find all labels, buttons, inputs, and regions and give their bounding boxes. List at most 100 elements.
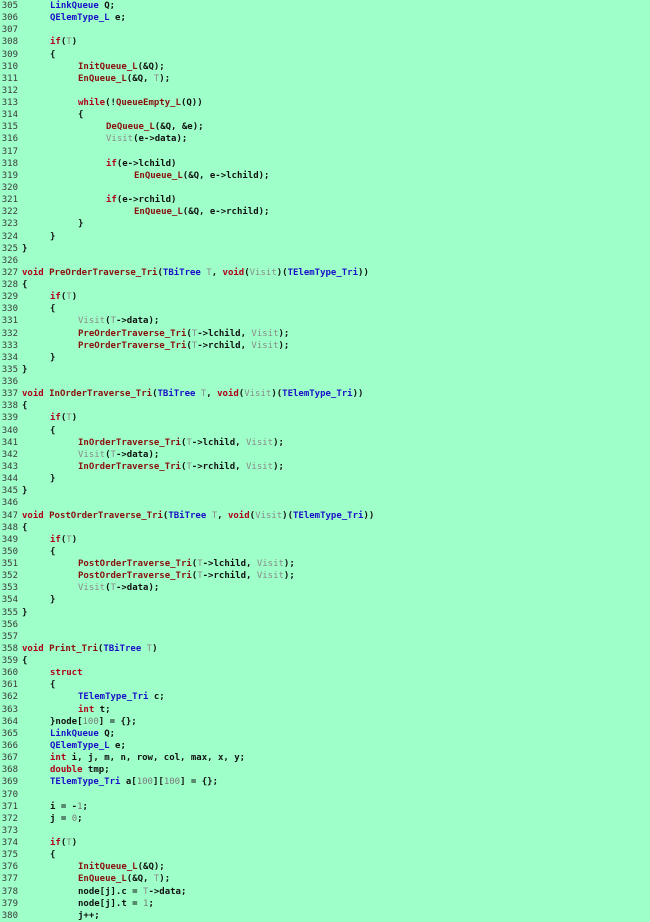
code-token: QElemType_L	[50, 13, 110, 24]
line-number: 308	[1, 37, 18, 48]
code-line: 372 j = 0;	[0, 813, 83, 825]
code-token: ->rchild,	[197, 340, 252, 351]
code-token: node[j].c =	[78, 886, 144, 897]
code-text: LinkQueue Q;	[22, 0, 115, 12]
code-token: int	[78, 704, 95, 715]
code-line: 324}	[0, 231, 56, 243]
code-token: ->data);	[115, 583, 160, 594]
line-number: 316	[1, 134, 18, 145]
code-token: {	[50, 850, 56, 861]
line-number: 355	[1, 607, 18, 618]
line-number: 363	[1, 704, 18, 715]
code-editor[interactable]: 305 LinkQueue Q; 306 QElemType_L e; 307 308 if…	[0, 0, 650, 921]
code-token: TElemType_Tri	[78, 692, 149, 703]
code-text: {	[22, 49, 55, 61]
line-number: 315	[1, 122, 18, 133]
code-token: );	[273, 437, 284, 448]
code-line: 356	[0, 619, 22, 631]
code-token: );	[159, 73, 171, 84]
code-token: }	[22, 486, 28, 497]
line-number: 318	[1, 158, 18, 169]
code-token: TElemType_Tri	[282, 389, 353, 400]
code-line: 352 PostOrderTraverse_Tri(T->rchild, Visi…	[0, 570, 295, 582]
code-token: }	[50, 352, 56, 363]
code-token: {	[50, 546, 56, 557]
code-token: TElemType_Tri	[287, 267, 359, 278]
code-token: }	[22, 243, 28, 254]
code-token: t;	[94, 704, 111, 715]
code-text: void InOrderTraverse_Tri(TBiTree T, void…	[22, 388, 363, 400]
code-line: 305 LinkQueue Q;	[0, 0, 115, 12]
code-token: i = -	[50, 801, 78, 812]
code-text: int i, j, m, n, row, col, max, x, y;	[22, 752, 245, 764]
code-line: 320	[0, 182, 22, 194]
line-number: 338	[1, 401, 18, 412]
line-number: 329	[1, 292, 18, 303]
code-line: 314 {	[0, 109, 84, 121]
code-token: ))	[358, 267, 369, 278]
code-text: EnQueue_L(&Q, T);	[22, 873, 170, 885]
line-number: 307	[1, 25, 18, 36]
code-line: 307	[0, 24, 22, 36]
line-number: 325	[1, 243, 18, 254]
code-line: 330 {	[0, 303, 56, 315]
code-token: {	[50, 304, 56, 315]
code-line: 317	[0, 146, 22, 158]
line-number: 375	[1, 850, 18, 861]
code-text: PreOrderTraverse_Tri(T->rchild, Visit);	[22, 340, 289, 352]
line-number: 319	[1, 170, 18, 181]
code-line: 308 if(T)	[0, 36, 77, 48]
code-token: LinkQueue	[50, 1, 99, 11]
code-line: 322 EnQueue_L(&Q, e->rchild);	[0, 206, 270, 218]
code-line: 316 Visit(e->data);	[0, 133, 188, 145]
code-text: void PostOrderTraverse_Tri(TBiTree T, vo…	[22, 510, 374, 522]
code-token: Q;	[98, 728, 116, 739]
code-text: }node[100] = {};	[22, 716, 137, 728]
code-text: PostOrderTraverse_Tri(T->rchild, Visit);	[22, 570, 295, 582]
code-text: QElemType_L e;	[22, 740, 126, 752]
code-token: PreOrderTraverse_Tri	[78, 328, 187, 339]
line-number: 336	[1, 377, 18, 387]
code-token: InOrderTraverse_Tri	[78, 437, 181, 448]
code-text: i = -1;	[22, 801, 88, 813]
code-text: LinkQueue Q;	[22, 728, 115, 740]
code-token: Visit	[245, 461, 274, 472]
code-line: 329 if(T)	[0, 291, 77, 303]
line-number: 373	[1, 825, 18, 836]
code-text: EnQueue_L(&Q, e->rchild);	[22, 206, 269, 218]
code-token: void	[22, 510, 44, 521]
code-line: 319 EnQueue_L(&Q, e->lchild);	[0, 170, 270, 182]
code-text: {	[22, 425, 55, 437]
line-number: 333	[1, 340, 18, 351]
code-line: 364}node[100] = {};	[0, 716, 137, 728]
code-line: 348 {	[0, 522, 28, 534]
code-line: 334}	[0, 352, 56, 364]
code-text: TElemType_Tri a[100][100] = {};	[22, 776, 218, 788]
line-number: 311	[1, 73, 18, 84]
code-text: }	[22, 485, 27, 497]
code-token: )	[71, 37, 78, 48]
code-token: Visit	[256, 571, 284, 582]
code-token: (&Q, &e);	[154, 122, 204, 133]
code-token: EnQueue_L	[78, 874, 127, 885]
line-number: 368	[1, 765, 18, 776]
code-text: DeQueue_L(&Q, &e);	[22, 121, 204, 133]
code-token: Visit	[249, 267, 277, 278]
code-line: 331 Visit(T->data);	[0, 315, 160, 327]
code-token: InOrderTraverse_Tri	[78, 461, 181, 472]
code-token: (&Q,	[126, 874, 154, 885]
code-token: Visit	[78, 316, 106, 327]
line-number: 359	[1, 656, 18, 666]
code-token: Visit	[256, 559, 284, 569]
code-line: 345}	[0, 485, 28, 497]
code-token: );	[273, 461, 284, 472]
line-number: 376	[1, 862, 18, 873]
code-token: );	[278, 328, 290, 339]
code-token: j =	[50, 813, 72, 824]
code-token: Visit	[255, 510, 283, 521]
code-token: ][	[152, 777, 164, 788]
line-number: 331	[1, 316, 18, 327]
code-token: InitQueue_L	[78, 862, 138, 873]
code-token: InitQueue_L	[78, 61, 138, 72]
code-token: InOrderTraverse_Tri	[49, 389, 153, 400]
